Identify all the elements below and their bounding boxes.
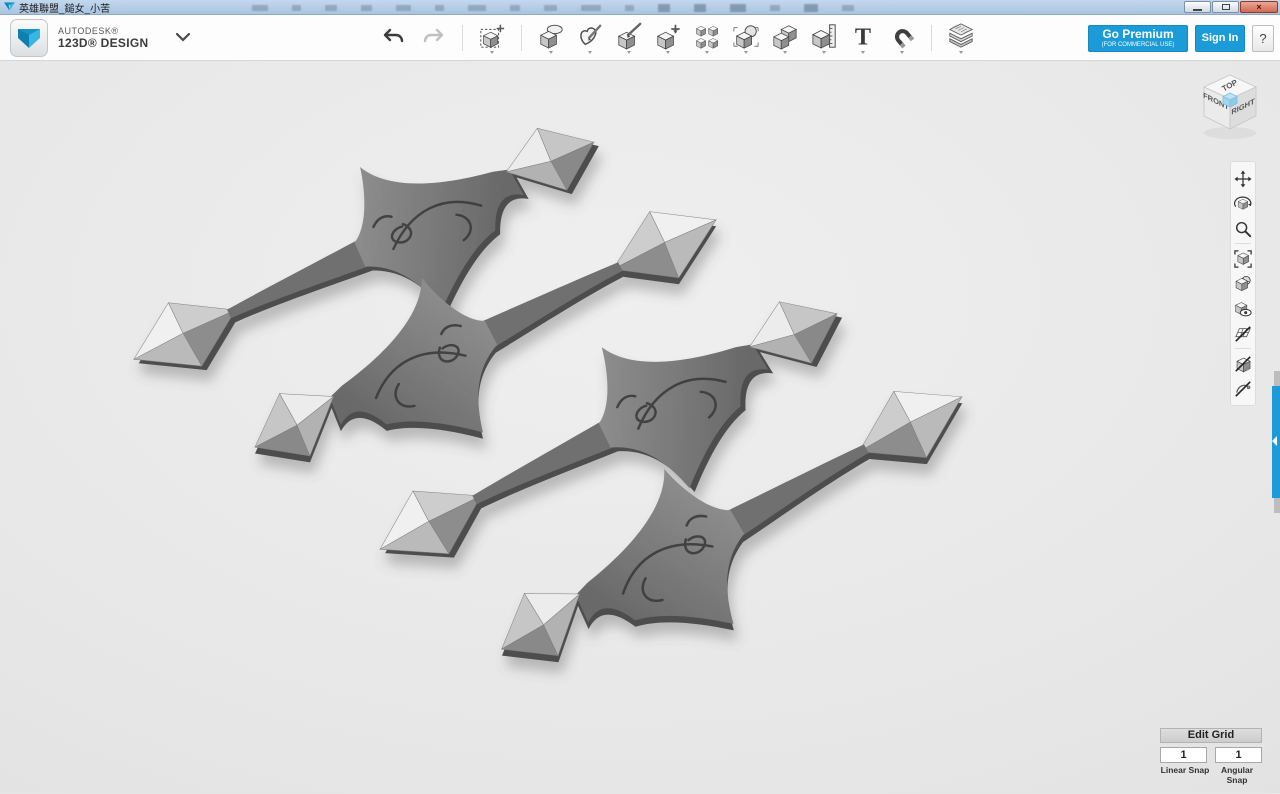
- redo-button[interactable]: [417, 18, 449, 58]
- undo-icon: [382, 28, 406, 48]
- material-icon: [947, 22, 975, 50]
- window-title: 英雄聯盟_鎚女_小苦: [19, 0, 110, 15]
- app-window: 英雄聯盟_鎚女_小苦 × AUTODESK®: [0, 0, 1280, 793]
- construct-icon: [615, 22, 643, 50]
- minimize-button[interactable]: [1184, 1, 1211, 13]
- app-menu-chevron-icon[interactable]: [176, 33, 190, 42]
- sketch-icon: [576, 22, 604, 50]
- text-tool-button[interactable]: T: [847, 18, 879, 58]
- snap-icon: [888, 22, 916, 50]
- measure-icon: [810, 22, 838, 50]
- measure-tool-button[interactable]: [808, 18, 840, 58]
- pattern-icon: [693, 22, 721, 50]
- close-button[interactable]: ×: [1240, 1, 1278, 13]
- edge-cap-top: [1274, 371, 1280, 386]
- toolbar-separator: [462, 25, 463, 51]
- app-brand: AUTODESK® 123D® DESIGN: [0, 19, 190, 57]
- show-hide-button[interactable]: [1231, 296, 1255, 321]
- redo-icon: [421, 28, 445, 48]
- linear-snap-input[interactable]: [1160, 747, 1207, 763]
- modify-tool-button[interactable]: [652, 18, 684, 58]
- text-icon: T: [849, 22, 877, 50]
- show-hide-icon: [1234, 300, 1252, 318]
- svg-text:T: T: [855, 23, 871, 50]
- primitives-icon: [537, 22, 565, 50]
- construct-tool-button[interactable]: [613, 18, 645, 58]
- angular-snap-label: Angular Snap: [1212, 765, 1262, 785]
- toolbar-separator: [521, 25, 522, 51]
- orbit-button[interactable]: [1231, 191, 1255, 216]
- go-premium-button[interactable]: Go Premium (FOR COMMERCIAL USE): [1088, 25, 1188, 52]
- pan-button[interactable]: [1231, 166, 1255, 191]
- navigation-toolbar-separator: [1235, 243, 1251, 244]
- angular-snap-input[interactable]: [1215, 747, 1262, 763]
- navigation-toolbar: [1230, 161, 1256, 406]
- grouping-icon: [732, 22, 760, 50]
- zoom-button[interactable]: [1231, 216, 1255, 241]
- sketch-visibility-button[interactable]: [1231, 376, 1255, 401]
- orbit-icon: [1234, 195, 1252, 213]
- navigation-toolbar-separator: [1235, 348, 1251, 349]
- titlebar-ghost-artifacts: [252, 4, 854, 12]
- viewport-3d[interactable]: TOP FRONT RIGHT: [0, 61, 1280, 793]
- combine-tool-button[interactable]: [769, 18, 801, 58]
- transform-tool-button[interactable]: [476, 18, 508, 58]
- fit-icon: [1234, 250, 1252, 268]
- app-titlebar-icon: [4, 2, 15, 12]
- header: AUTODESK® 123D® DESIGN: [0, 15, 1280, 61]
- zoom-icon: [1234, 220, 1252, 238]
- toolbar-separator: [931, 25, 932, 51]
- right-edge-panel: [1272, 371, 1280, 513]
- header-right: Go Premium (FOR COMMERCIAL USE) Sign In …: [1088, 15, 1274, 61]
- sign-in-button[interactable]: Sign In: [1195, 25, 1245, 52]
- panel-expand-tab[interactable]: [1272, 386, 1280, 498]
- material-shading-button[interactable]: [1231, 271, 1255, 296]
- grid-visibility-icon: [1234, 325, 1252, 343]
- snap-tool-button[interactable]: [886, 18, 918, 58]
- brand-line2: 123D® DESIGN: [58, 36, 148, 50]
- edit-grid-button[interactable]: Edit Grid: [1160, 728, 1262, 743]
- brand-line1: AUTODESK®: [58, 26, 148, 36]
- scene-3d-parts: [0, 61, 1280, 793]
- material-tool-button[interactable]: [945, 18, 977, 58]
- restore-button[interactable]: [1212, 1, 1239, 13]
- view-cube-home-icon[interactable]: [1223, 93, 1237, 107]
- grouping-tool-button[interactable]: [730, 18, 762, 58]
- sketch-visibility-icon: [1234, 380, 1252, 398]
- grid-settings-panel: Edit Grid Linear Snap Angular Snap: [1160, 728, 1262, 785]
- snap-visibility-button[interactable]: [1231, 351, 1255, 376]
- pan-icon: [1234, 170, 1252, 188]
- fit-button[interactable]: [1231, 246, 1255, 271]
- edge-cap-bottom: [1274, 498, 1280, 513]
- view-cube[interactable]: TOP FRONT RIGHT: [1194, 69, 1266, 143]
- chevron-left-icon: [1272, 436, 1277, 446]
- combine-icon: [771, 22, 799, 50]
- snap-visibility-icon: [1234, 355, 1252, 373]
- primitives-tool-button[interactable]: [535, 18, 567, 58]
- sketch-tool-button[interactable]: [574, 18, 606, 58]
- app-logo-icon[interactable]: [10, 19, 48, 57]
- undo-button[interactable]: [378, 18, 410, 58]
- material-shading-icon: [1234, 275, 1252, 293]
- grid-visibility-button[interactable]: [1231, 321, 1255, 346]
- help-button[interactable]: ?: [1252, 25, 1274, 52]
- modify-icon: [654, 22, 682, 50]
- main-toolbar: T: [378, 15, 977, 61]
- titlebar: 英雄聯盟_鎚女_小苦 ×: [0, 0, 1280, 15]
- transform-icon: [478, 22, 506, 50]
- pattern-tool-button[interactable]: [691, 18, 723, 58]
- linear-snap-label: Linear Snap: [1160, 765, 1210, 785]
